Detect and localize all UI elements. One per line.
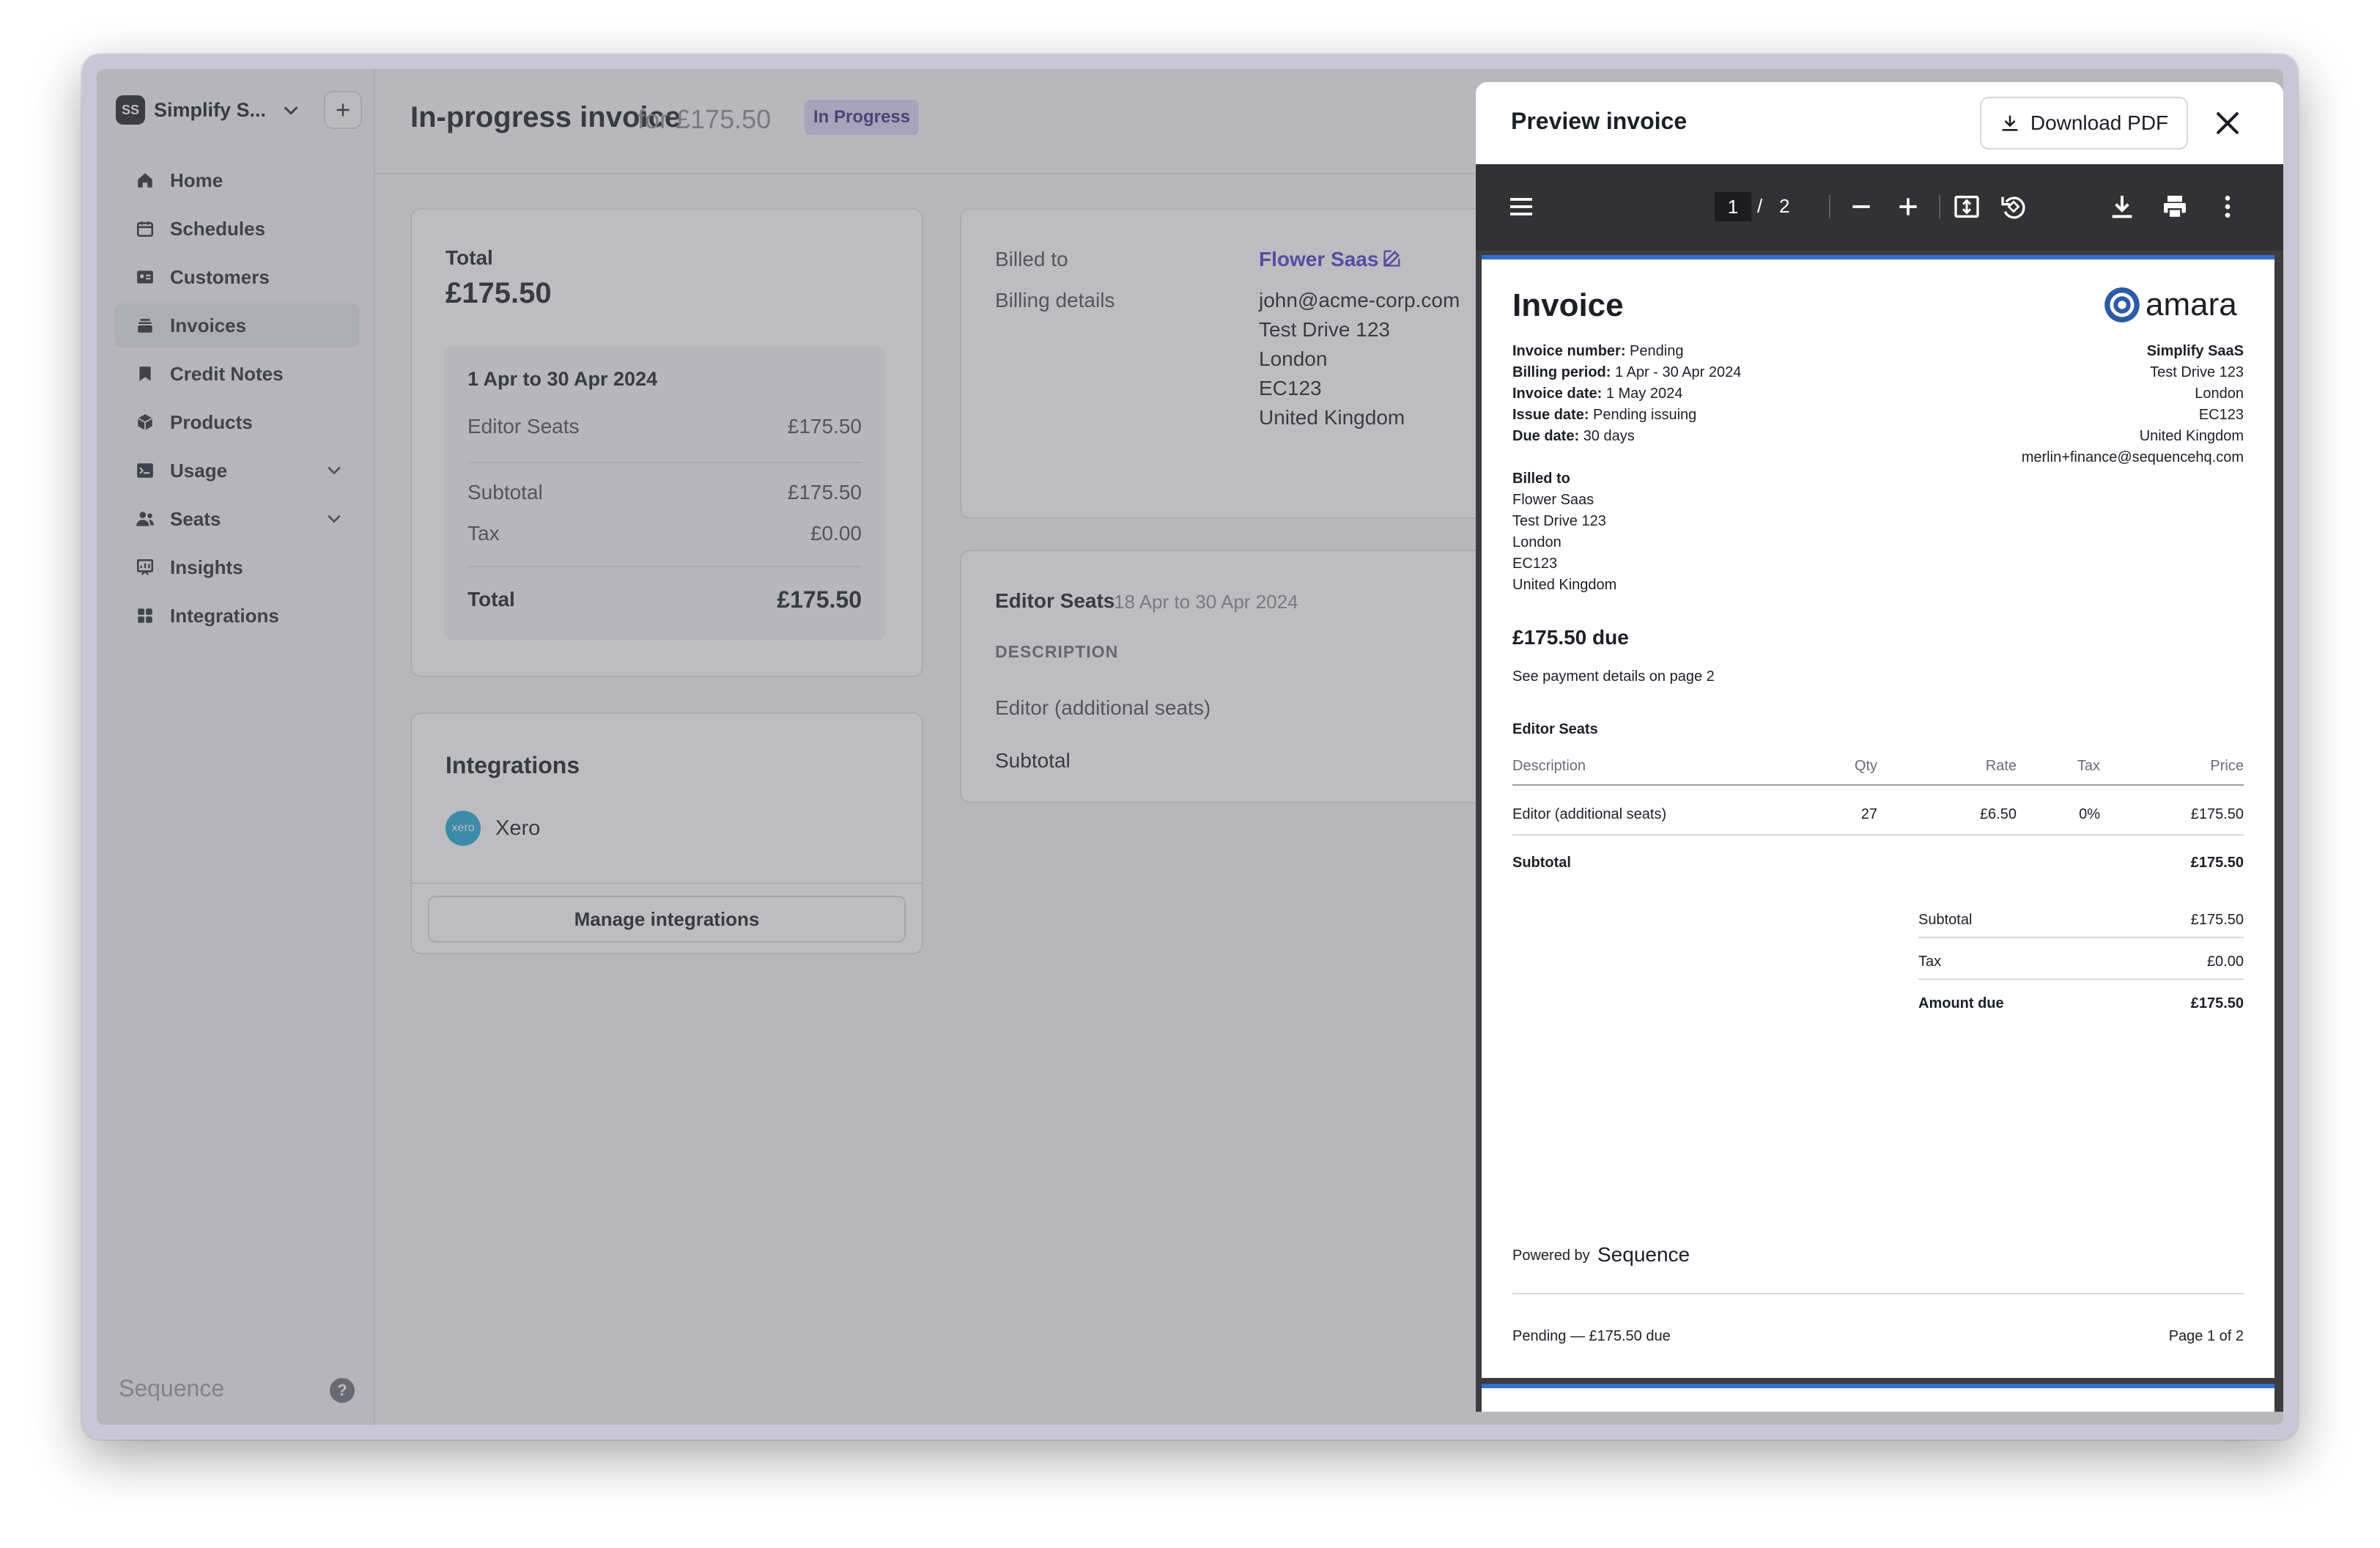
app-window: SS Simplify S... Home Schedules Customer… (82, 54, 2298, 1440)
more-vertical-icon[interactable] (2213, 192, 2242, 221)
billed-to-line: Flower Saas (1512, 492, 1594, 509)
page-total: 2 (1779, 195, 1789, 218)
zoom-in-icon[interactable] (1893, 192, 1923, 221)
amount-due: £175.50 due (1512, 626, 1629, 649)
seller-line: merlin+finance@sequencehq.com (2022, 449, 2244, 466)
billed-to-line: London (1512, 534, 1562, 551)
totals-label: Subtotal (1918, 912, 1972, 929)
preview-drawer: Preview invoice Download PDF 1 / 2 (1476, 82, 2283, 1412)
preview-header: Preview invoice Download PDF (1476, 82, 2283, 164)
seller-line: EC123 (2199, 407, 2244, 424)
pdf-viewer: 1 / 2 Invoice amara Invoice numb (1476, 164, 2283, 1412)
meta-label: Due date: (1512, 428, 1579, 444)
section-title: Editor Seats (1512, 721, 1598, 738)
column-header: Qty (1855, 758, 1877, 775)
footer-divider (1512, 1293, 2244, 1294)
invoice-meta: Invoice date: 1 May 2024 (1512, 386, 1682, 402)
column-header: Price (2210, 758, 2244, 775)
row-qty: 27 (1861, 806, 1877, 823)
invoice-heading: Invoice (1512, 287, 1624, 324)
toolbar-divider (1829, 195, 1830, 218)
meta-label: Billing period: (1512, 364, 1611, 380)
totals-value: £175.50 (2191, 912, 2244, 929)
billed-to-line: United Kingdom (1512, 577, 1616, 594)
print-icon[interactable] (2160, 192, 2189, 221)
totals-divider (1918, 937, 2244, 938)
zoom-out-icon[interactable] (1847, 192, 1876, 221)
totals-value: £175.50 (2191, 995, 2244, 1012)
table-header-divider (1512, 784, 2244, 786)
row-divider (1512, 834, 2244, 836)
meta-value: Pending issuing (1593, 407, 1696, 423)
download-icon (2000, 113, 2020, 133)
invoice-page-2 (1482, 1384, 2274, 1412)
meta-value: 30 days (1583, 428, 1635, 444)
powered-by: Powered by (1512, 1247, 1590, 1264)
amara-logo-icon (2103, 286, 2141, 324)
row-rate: £6.50 (1980, 806, 2017, 823)
invoice-meta: Due date: 30 days (1512, 428, 1635, 445)
pdf-toolbar: 1 / 2 (1476, 164, 2283, 251)
section-subtotal-value: £175.50 (2191, 855, 2244, 871)
seller-line: London (2195, 386, 2244, 402)
seller-line: Test Drive 123 (2150, 364, 2244, 381)
meta-label: Invoice number: (1512, 343, 1625, 359)
column-header: Tax (2077, 758, 2100, 775)
meta-value: 1 May 2024 (1606, 386, 1683, 402)
footer-page: Page 1 of 2 (2169, 1328, 2244, 1345)
row-tax: 0% (2079, 806, 2100, 823)
seller-name: Simplify SaaS (2147, 343, 2244, 360)
download-pdf-button[interactable]: Download PDF (1980, 97, 2188, 150)
fit-page-icon[interactable] (1952, 192, 1981, 221)
billed-to-line: Test Drive 123 (1512, 513, 1606, 530)
row-price: £175.50 (2191, 806, 2244, 823)
invoice-meta: Billing period: 1 Apr - 30 Apr 2024 (1512, 364, 1741, 381)
download-icon[interactable] (2107, 192, 2137, 221)
payment-note: See payment details on page 2 (1512, 668, 1715, 685)
totals-label: Tax (1918, 954, 1941, 970)
page-number-input[interactable]: 1 (1715, 192, 1751, 221)
invoice-page-1: Invoice amara Invoice number: Pending Bi… (1482, 255, 2274, 1378)
row-description: Editor (additional seats) (1512, 806, 1666, 823)
seller-line: United Kingdom (2140, 428, 2244, 445)
rotate-icon[interactable] (1999, 192, 2028, 221)
totals-value: £0.00 (2207, 954, 2244, 970)
footer-status: Pending — £175.50 due (1512, 1328, 1671, 1345)
close-icon[interactable] (2211, 107, 2244, 139)
column-header: Description (1512, 758, 1586, 775)
meta-label: Issue date: (1512, 407, 1589, 423)
invoice-meta: Issue date: Pending issuing (1512, 407, 1696, 424)
billed-to-line: EC123 (1512, 556, 1557, 572)
amara-logo: amara (2103, 284, 2237, 325)
totals-divider (1918, 978, 2244, 980)
page-separator: / (1757, 195, 1762, 218)
app-frame: SS Simplify S... Home Schedules Customer… (97, 69, 2283, 1425)
billed-to-heading: Billed to (1512, 471, 1570, 487)
amara-logo-text: amara (2146, 287, 2237, 323)
download-pdf-label: Download PDF (2030, 111, 2168, 135)
column-header: Rate (1986, 758, 2017, 775)
meta-value: Pending (1630, 343, 1683, 359)
meta-label: Invoice date: (1512, 386, 1602, 402)
toolbar-divider (1939, 195, 1940, 218)
powered-by-logo: Sequence (1597, 1243, 1690, 1267)
section-subtotal-label: Subtotal (1512, 855, 1571, 871)
preview-title: Preview invoice (1511, 108, 1687, 135)
meta-value: 1 Apr - 30 Apr 2024 (1615, 364, 1741, 380)
menu-icon[interactable] (1507, 192, 1536, 221)
invoice-meta: Invoice number: Pending (1512, 343, 1683, 360)
totals-label: Amount due (1918, 995, 2004, 1012)
